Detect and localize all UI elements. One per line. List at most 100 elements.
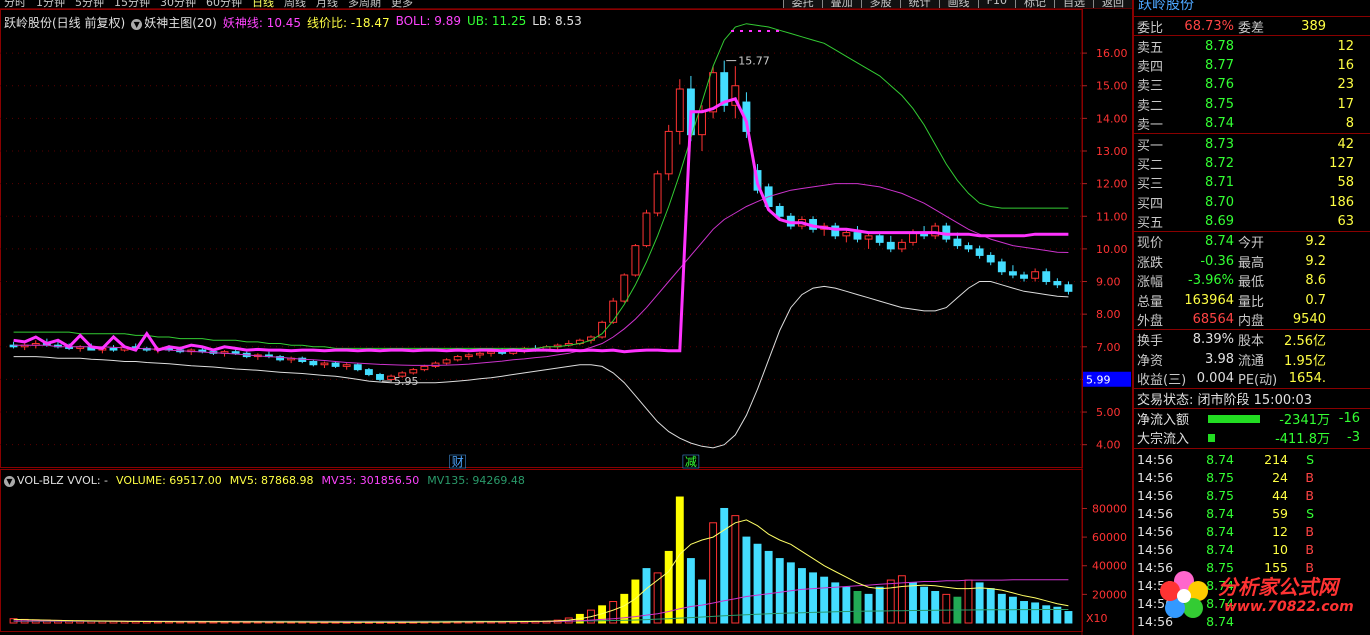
sells-row[interactable]: 卖一 8.74 8 <box>1134 114 1370 133</box>
volume-bar[interactable] <box>997 593 1006 624</box>
sells-row[interactable]: 卖五 8.78 12 <box>1134 36 1370 56</box>
candle[interactable] <box>675 79 684 145</box>
buys-row[interactable]: 买一 8.73 42 <box>1134 134 1370 154</box>
tool-button[interactable]: 委托 <box>782 0 822 8</box>
tool-button[interactable]: 标记 <box>1015 0 1054 8</box>
volume-bar[interactable] <box>909 582 917 624</box>
volume-bar[interactable] <box>753 543 762 624</box>
period-tab[interactable]: 分时 <box>4 0 26 8</box>
candle[interactable] <box>453 354 462 362</box>
tick-row[interactable]: 14:56 8.75 44 B <box>1134 487 1370 505</box>
volume-bar[interactable] <box>620 593 629 624</box>
volume-bar[interactable] <box>1020 601 1028 624</box>
tick-row[interactable]: 14:56 8.74 12 B <box>1134 523 1370 541</box>
period-tab[interactable]: 周线 <box>284 0 306 8</box>
candle[interactable] <box>664 124 673 181</box>
event-marker[interactable]: 减 <box>685 455 697 469</box>
volume-bar[interactable] <box>742 536 751 624</box>
volume-bar[interactable] <box>942 593 951 624</box>
volume-bar[interactable] <box>831 582 840 624</box>
candle[interactable] <box>1031 268 1040 282</box>
tick-row[interactable]: 14:56 8.74 10 B <box>1134 541 1370 559</box>
period-tab[interactable]: 1分钟 <box>36 0 65 8</box>
candle[interactable] <box>409 368 418 375</box>
indicator-name[interactable]: ▼ 妖神主图(20) <box>131 14 217 31</box>
buys-row[interactable]: 买五 8.69 63 <box>1134 212 1370 231</box>
volume-bar[interactable] <box>842 586 851 624</box>
candle[interactable] <box>853 226 862 243</box>
candle[interactable] <box>875 232 884 246</box>
candle[interactable] <box>431 361 440 368</box>
volume-bar[interactable] <box>864 593 873 624</box>
candle[interactable] <box>598 320 607 339</box>
candle[interactable] <box>376 372 384 382</box>
volume-bar[interactable] <box>809 572 817 624</box>
candle[interactable] <box>298 356 307 364</box>
volume-bar[interactable] <box>720 507 729 624</box>
volume-bar[interactable] <box>675 496 684 624</box>
volume-bar[interactable] <box>1064 611 1073 624</box>
buys-row[interactable]: 买三 8.71 58 <box>1134 173 1370 192</box>
tool-button[interactable]: 自选 <box>1054 0 1093 8</box>
volume-bar[interactable] <box>609 601 618 624</box>
candle[interactable] <box>642 209 651 248</box>
candle[interactable] <box>1020 271 1028 282</box>
period-tab[interactable]: 15分钟 <box>114 0 150 8</box>
candle[interactable] <box>309 359 318 367</box>
volume-bar[interactable] <box>975 582 984 624</box>
candle[interactable] <box>331 361 340 368</box>
event-marker[interactable]: 财 <box>452 455 464 469</box>
volume-bar[interactable] <box>931 591 940 624</box>
buys-row[interactable]: 买二 8.72 127 <box>1134 154 1370 173</box>
dropdown-icon[interactable]: ▼ <box>4 476 15 487</box>
tool-button[interactable]: F10 <box>977 0 1015 8</box>
volume-bar[interactable] <box>875 586 884 624</box>
tick-row[interactable]: 14:56 8.75 24 B <box>1134 469 1370 487</box>
candle[interactable] <box>975 245 984 259</box>
volume-bar[interactable] <box>886 579 895 624</box>
candle[interactable] <box>886 235 895 253</box>
candle[interactable] <box>897 239 906 253</box>
period-tab[interactable]: 60分钟 <box>206 0 242 8</box>
candle[interactable] <box>1053 278 1062 289</box>
vol-indicator-name[interactable]: ▼ VOL-BLZ VVOL: - <box>4 474 108 487</box>
tool-button[interactable]: 返回 <box>1093 0 1132 8</box>
tool-button[interactable]: 多股 <box>860 0 900 8</box>
tool-button[interactable]: 叠加 <box>821 0 861 8</box>
candle[interactable] <box>964 242 973 253</box>
volume-bar[interactable] <box>798 568 806 624</box>
volume-bar[interactable] <box>820 576 829 624</box>
kline-chart[interactable]: 16.00 15.00 14.00 13.00 12.00 11.00 10.00 9.00 8… <box>0 9 1132 635</box>
period-tab[interactable]: 多周期 <box>348 0 381 8</box>
tick-row[interactable]: 14:56 8.74 214 S <box>1134 451 1370 469</box>
buys-row[interactable]: 买四 8.70 186 <box>1134 193 1370 212</box>
candle[interactable] <box>653 170 662 217</box>
volume-bar[interactable] <box>764 550 773 624</box>
candle[interactable] <box>997 258 1006 275</box>
candle[interactable] <box>20 343 29 351</box>
candle[interactable] <box>76 345 85 352</box>
candle[interactable] <box>442 358 451 365</box>
sells-row[interactable]: 卖四 8.77 16 <box>1134 56 1370 75</box>
candle[interactable] <box>342 363 351 370</box>
sells-row[interactable]: 卖二 8.75 17 <box>1134 95 1370 114</box>
volume-bar[interactable] <box>920 586 929 624</box>
period-tab[interactable]: 更多 <box>391 0 413 8</box>
volume-bar[interactable] <box>1042 605 1051 624</box>
volume-bar[interactable] <box>1031 602 1040 624</box>
tool-button[interactable]: 画线 <box>938 0 978 8</box>
candle[interactable] <box>364 368 373 377</box>
volume-bar[interactable] <box>731 515 740 624</box>
candle[interactable] <box>109 345 118 352</box>
sells-row[interactable]: 卖三 8.76 23 <box>1134 75 1370 94</box>
candle[interactable] <box>931 222 940 240</box>
candle[interactable] <box>842 229 851 243</box>
dropdown-icon[interactable]: ▼ <box>131 19 143 30</box>
candle[interactable] <box>831 222 840 240</box>
volume-bar[interactable] <box>964 579 973 624</box>
candle[interactable] <box>631 244 640 277</box>
candle[interactable] <box>1064 281 1073 295</box>
candle[interactable] <box>253 353 262 360</box>
tick-row[interactable]: 14:56 8.74 59 S <box>1134 505 1370 523</box>
candle[interactable] <box>320 361 329 368</box>
